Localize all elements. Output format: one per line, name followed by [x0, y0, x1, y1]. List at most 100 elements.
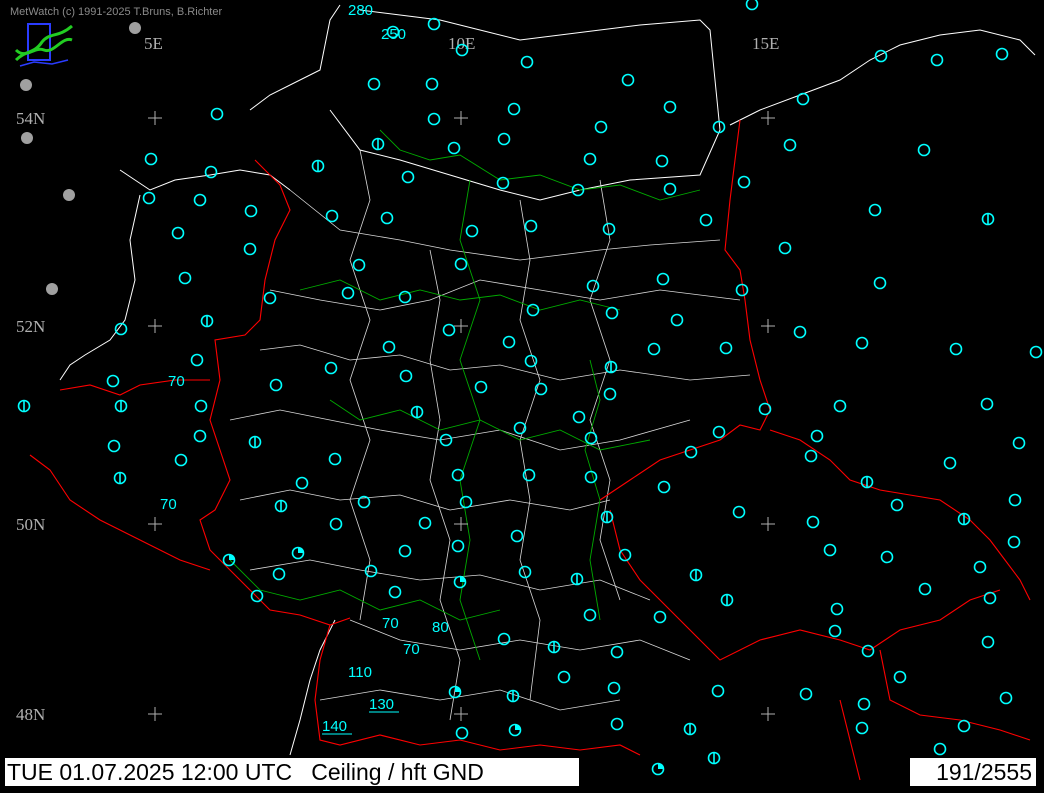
circle-station-icon: [557, 670, 571, 684]
ceiling-value: 130: [369, 696, 394, 713]
circle-station-icon: [1012, 436, 1026, 450]
parameter-text: Ceiling / hft GND: [311, 759, 484, 785]
circle-bar-station-icon: [410, 405, 424, 419]
circle-station-icon: [981, 635, 995, 649]
circle-bar-station-icon: [707, 751, 721, 765]
circle-station-icon: [684, 445, 698, 459]
grid-cross: [148, 517, 162, 531]
circle-station-icon: [594, 120, 608, 134]
ceiling-values-layer: 280250707070 8070110130140: [160, 2, 449, 735]
circle-station-icon: [399, 369, 413, 383]
netherlands-coast: [59, 169, 291, 381]
circle-bar-station-icon: [860, 475, 874, 489]
circle-station-icon: [442, 323, 456, 337]
circle-station-icon: [243, 242, 257, 256]
circle-quarter-station-icon: [453, 575, 467, 589]
circle-station-icon: [341, 286, 355, 300]
grid-cross: [454, 517, 468, 531]
circle-bar-station-icon: [570, 572, 584, 586]
circle-station-icon: [520, 55, 534, 69]
circle-station-icon: [735, 283, 749, 297]
circle-bar-station-icon: [720, 593, 734, 607]
circle-quarter-station-icon: [291, 546, 305, 560]
circle-station-icon: [917, 143, 931, 157]
circle-station-icon: [380, 211, 394, 225]
circle-station-icon: [295, 476, 309, 490]
circle-station-icon: [973, 560, 987, 574]
grid-cross: [454, 319, 468, 333]
grid-cross: [148, 319, 162, 333]
circle-station-icon: [522, 468, 536, 482]
circle-station-icon: [603, 387, 617, 401]
footer-info: TUE 01.07.2025 12:00 UTC Ceiling / hft G…: [5, 758, 579, 786]
circle-station-icon: [418, 516, 432, 530]
station-count-box: 191/2555: [910, 758, 1036, 786]
circle-station-icon: [328, 452, 342, 466]
circle-station-icon: [855, 336, 869, 350]
circle-bar-station-icon: [689, 568, 703, 582]
circle-station-icon: [367, 77, 381, 91]
circle-station-icon: [949, 342, 963, 356]
circle-station-icon: [918, 582, 932, 596]
datetime-text: TUE 01.07.2025 12:00 UTC: [7, 759, 293, 785]
circle-station-icon: [584, 431, 598, 445]
grid-cross: [148, 111, 162, 125]
ceiling-value: 70: [160, 496, 177, 513]
circle-station-icon: [655, 154, 669, 168]
circle-station-icon: [711, 684, 725, 698]
circle-station-icon: [873, 276, 887, 290]
circle-quarter-station-icon: [508, 723, 522, 737]
grey-dot-station-icon: [20, 79, 32, 91]
hungary-border: [879, 649, 1031, 741]
regional-borders-layer: [229, 149, 751, 721]
circle-station-icon: [459, 495, 473, 509]
circle-station-icon: [269, 378, 283, 392]
regional-line: [519, 199, 541, 701]
circle-bar-station-icon: [274, 499, 288, 513]
regional-line: [349, 619, 691, 661]
copyright-text: MetWatch (c) 1991-2025 T.Bruns, B.Richte…: [10, 6, 223, 18]
grid-cross: [761, 707, 775, 721]
grey-dot-station-icon: [21, 132, 33, 144]
circle-station-icon: [1007, 535, 1021, 549]
circle-station-icon: [783, 138, 797, 152]
swiss-border: [314, 624, 641, 756]
circle-station-icon: [745, 0, 759, 11]
grid-cross: [454, 707, 468, 721]
circle-station-icon: [454, 257, 468, 271]
circle-station-icon: [610, 645, 624, 659]
circle-station-icon: [980, 397, 994, 411]
latitude-label: 52N: [16, 317, 45, 336]
circle-bar-station-icon: [981, 212, 995, 226]
circle-station-icon: [933, 742, 947, 756]
circle-station-icon: [524, 354, 538, 368]
circle-station-icon: [656, 272, 670, 286]
circle-station-icon: [999, 691, 1013, 705]
circle-station-icon: [930, 53, 944, 67]
czech-border: [769, 429, 1031, 601]
grid-cross: [761, 319, 775, 333]
weather-map: 5E 10E 15E 54N 52N 50N 48N 280 250 70 70 70 80 70 110…: [0, 0, 1044, 788]
circle-station-icon: [583, 152, 597, 166]
circle-bar-station-icon: [200, 314, 214, 328]
circle-station-icon: [174, 453, 188, 467]
national-borders-layer: [29, 119, 1031, 781]
circle-bar-station-icon: [113, 471, 127, 485]
circle-station-icon: [244, 204, 258, 218]
circle-quarter-station-icon: [448, 685, 462, 699]
regional-line: [229, 409, 691, 451]
circle-bar-station-icon: [547, 640, 561, 654]
circle-station-icon: [943, 456, 957, 470]
ceiling-value: 110: [348, 664, 372, 681]
map-canvas: 5E 10E 15E54N52N50N48N 280250707070 8070110…: [16, 0, 1043, 781]
grid-cross: [761, 517, 775, 531]
circle-station-icon: [572, 410, 586, 424]
circle-bar-station-icon: [17, 399, 31, 413]
circle-station-icon: [447, 141, 461, 155]
circle-station-icon: [983, 591, 997, 605]
circle-station-icon: [855, 721, 869, 735]
circle-station-icon: [1008, 493, 1022, 507]
germany-west-border: [199, 159, 351, 626]
circle-station-icon: [957, 719, 971, 733]
circle-bar-station-icon: [600, 510, 614, 524]
